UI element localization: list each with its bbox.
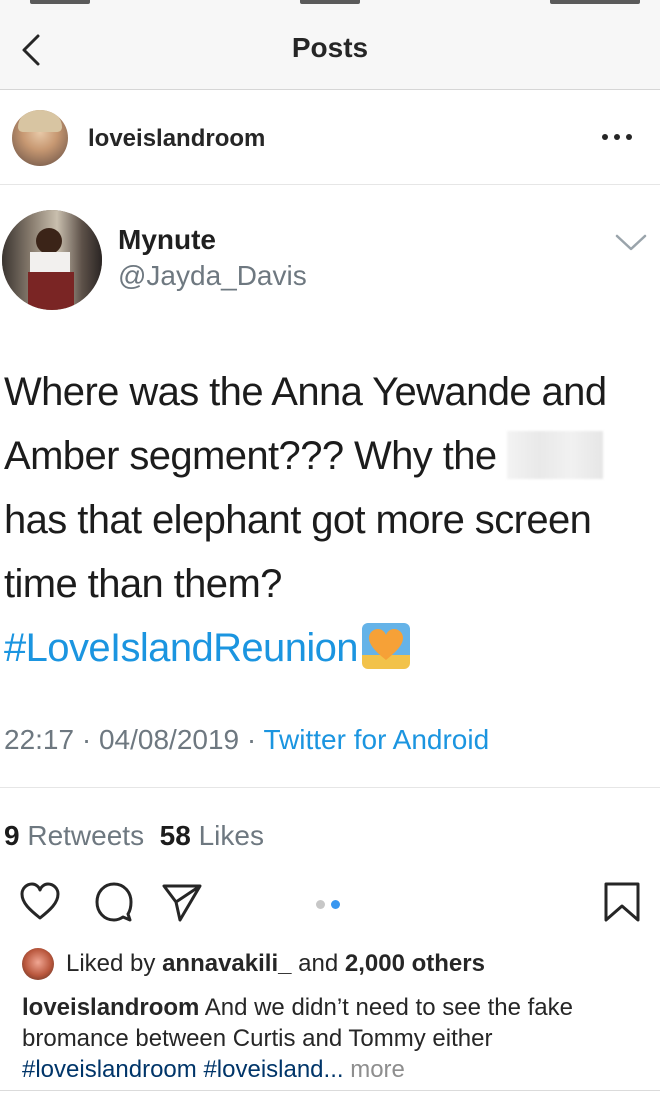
retweets-count: 9: [4, 820, 20, 851]
tweet-text-line: Where was the Anna Yewande and: [4, 370, 607, 414]
tweet-screenshot[interactable]: Mynute @Jayda_Davis Where was the Anna Y…: [0, 186, 660, 788]
comment-button[interactable]: [92, 880, 136, 924]
tweet-display-name: Mynute: [118, 224, 216, 255]
post-header: loveislandroom: [0, 91, 660, 185]
liked-by-text: Liked by annavakili_ and 2,000 others: [66, 950, 485, 977]
navigation-bar: Posts: [0, 10, 660, 90]
retweets-label: Retweets: [27, 820, 145, 851]
censored-word: [507, 431, 604, 479]
more-options-button[interactable]: [602, 125, 636, 149]
clock-indicator: [300, 0, 360, 4]
liked-by-others[interactable]: 2,000 others: [345, 950, 485, 977]
tweet-source: Twitter for Android: [263, 724, 490, 755]
tweet-avatar: [2, 210, 102, 310]
tweet-handle: @Jayda_Davis: [118, 260, 307, 291]
comment-icon: [95, 882, 133, 922]
carousel-indicator: [316, 896, 346, 909]
tweet-text: Where was the Anna Yewande and Amber seg…: [4, 360, 654, 680]
chevron-down-icon: [615, 234, 647, 251]
signal-indicator: [30, 0, 90, 4]
avatar: [22, 948, 54, 980]
like-button[interactable]: [18, 880, 62, 924]
battery-indicator: [550, 0, 640, 4]
tweet-text-line: Amber segment??? Why the: [4, 424, 654, 488]
tweet-text-line: time than them?: [4, 562, 282, 606]
save-button[interactable]: [600, 880, 644, 924]
page-title: Posts: [291, 32, 369, 63]
status-bar: [0, 0, 660, 10]
post-caption: loveislandroom And we didn’t need to see…: [22, 992, 642, 1085]
orange-heart-sunset-icon: [361, 623, 410, 669]
ellipsis-icon: [602, 134, 608, 140]
caption-hashtag[interactable]: #loveisland...: [203, 1056, 343, 1083]
tweet-text-line: has that elephant got more screen: [4, 498, 592, 542]
tweet-time: 22:17: [4, 724, 75, 755]
heart-icon: [20, 882, 60, 920]
carousel-dot: [316, 900, 325, 909]
liked-by-user[interactable]: annavakili_: [162, 950, 291, 977]
divider: [0, 1090, 660, 1091]
tweet-meta: 22:17 · 04/08/2019 · Twitter for Android: [4, 724, 490, 755]
tweet-hashtag: #LoveIslandReunion: [4, 626, 359, 670]
likes-label: Likes: [198, 820, 264, 851]
tweet-date: 04/08/2019: [98, 724, 240, 755]
share-button[interactable]: [160, 880, 204, 924]
bookmark-icon: [604, 882, 640, 922]
send-icon: [162, 884, 202, 922]
caption-more-link[interactable]: more: [350, 1056, 405, 1083]
likes-count: 58: [159, 820, 191, 851]
post-username[interactable]: loveislandroom: [88, 125, 265, 153]
caption-hashtag[interactable]: #loveislandroom: [22, 1056, 197, 1083]
tweet-hashtag-line: #LoveIslandReunion: [4, 616, 654, 680]
post-action-bar: [0, 876, 660, 930]
avatar[interactable]: [12, 110, 68, 166]
tweet-stats: 9 Retweets 58 Likes: [4, 820, 264, 852]
carousel-dot-active: [331, 900, 340, 909]
caption-username[interactable]: loveislandroom: [22, 994, 199, 1021]
